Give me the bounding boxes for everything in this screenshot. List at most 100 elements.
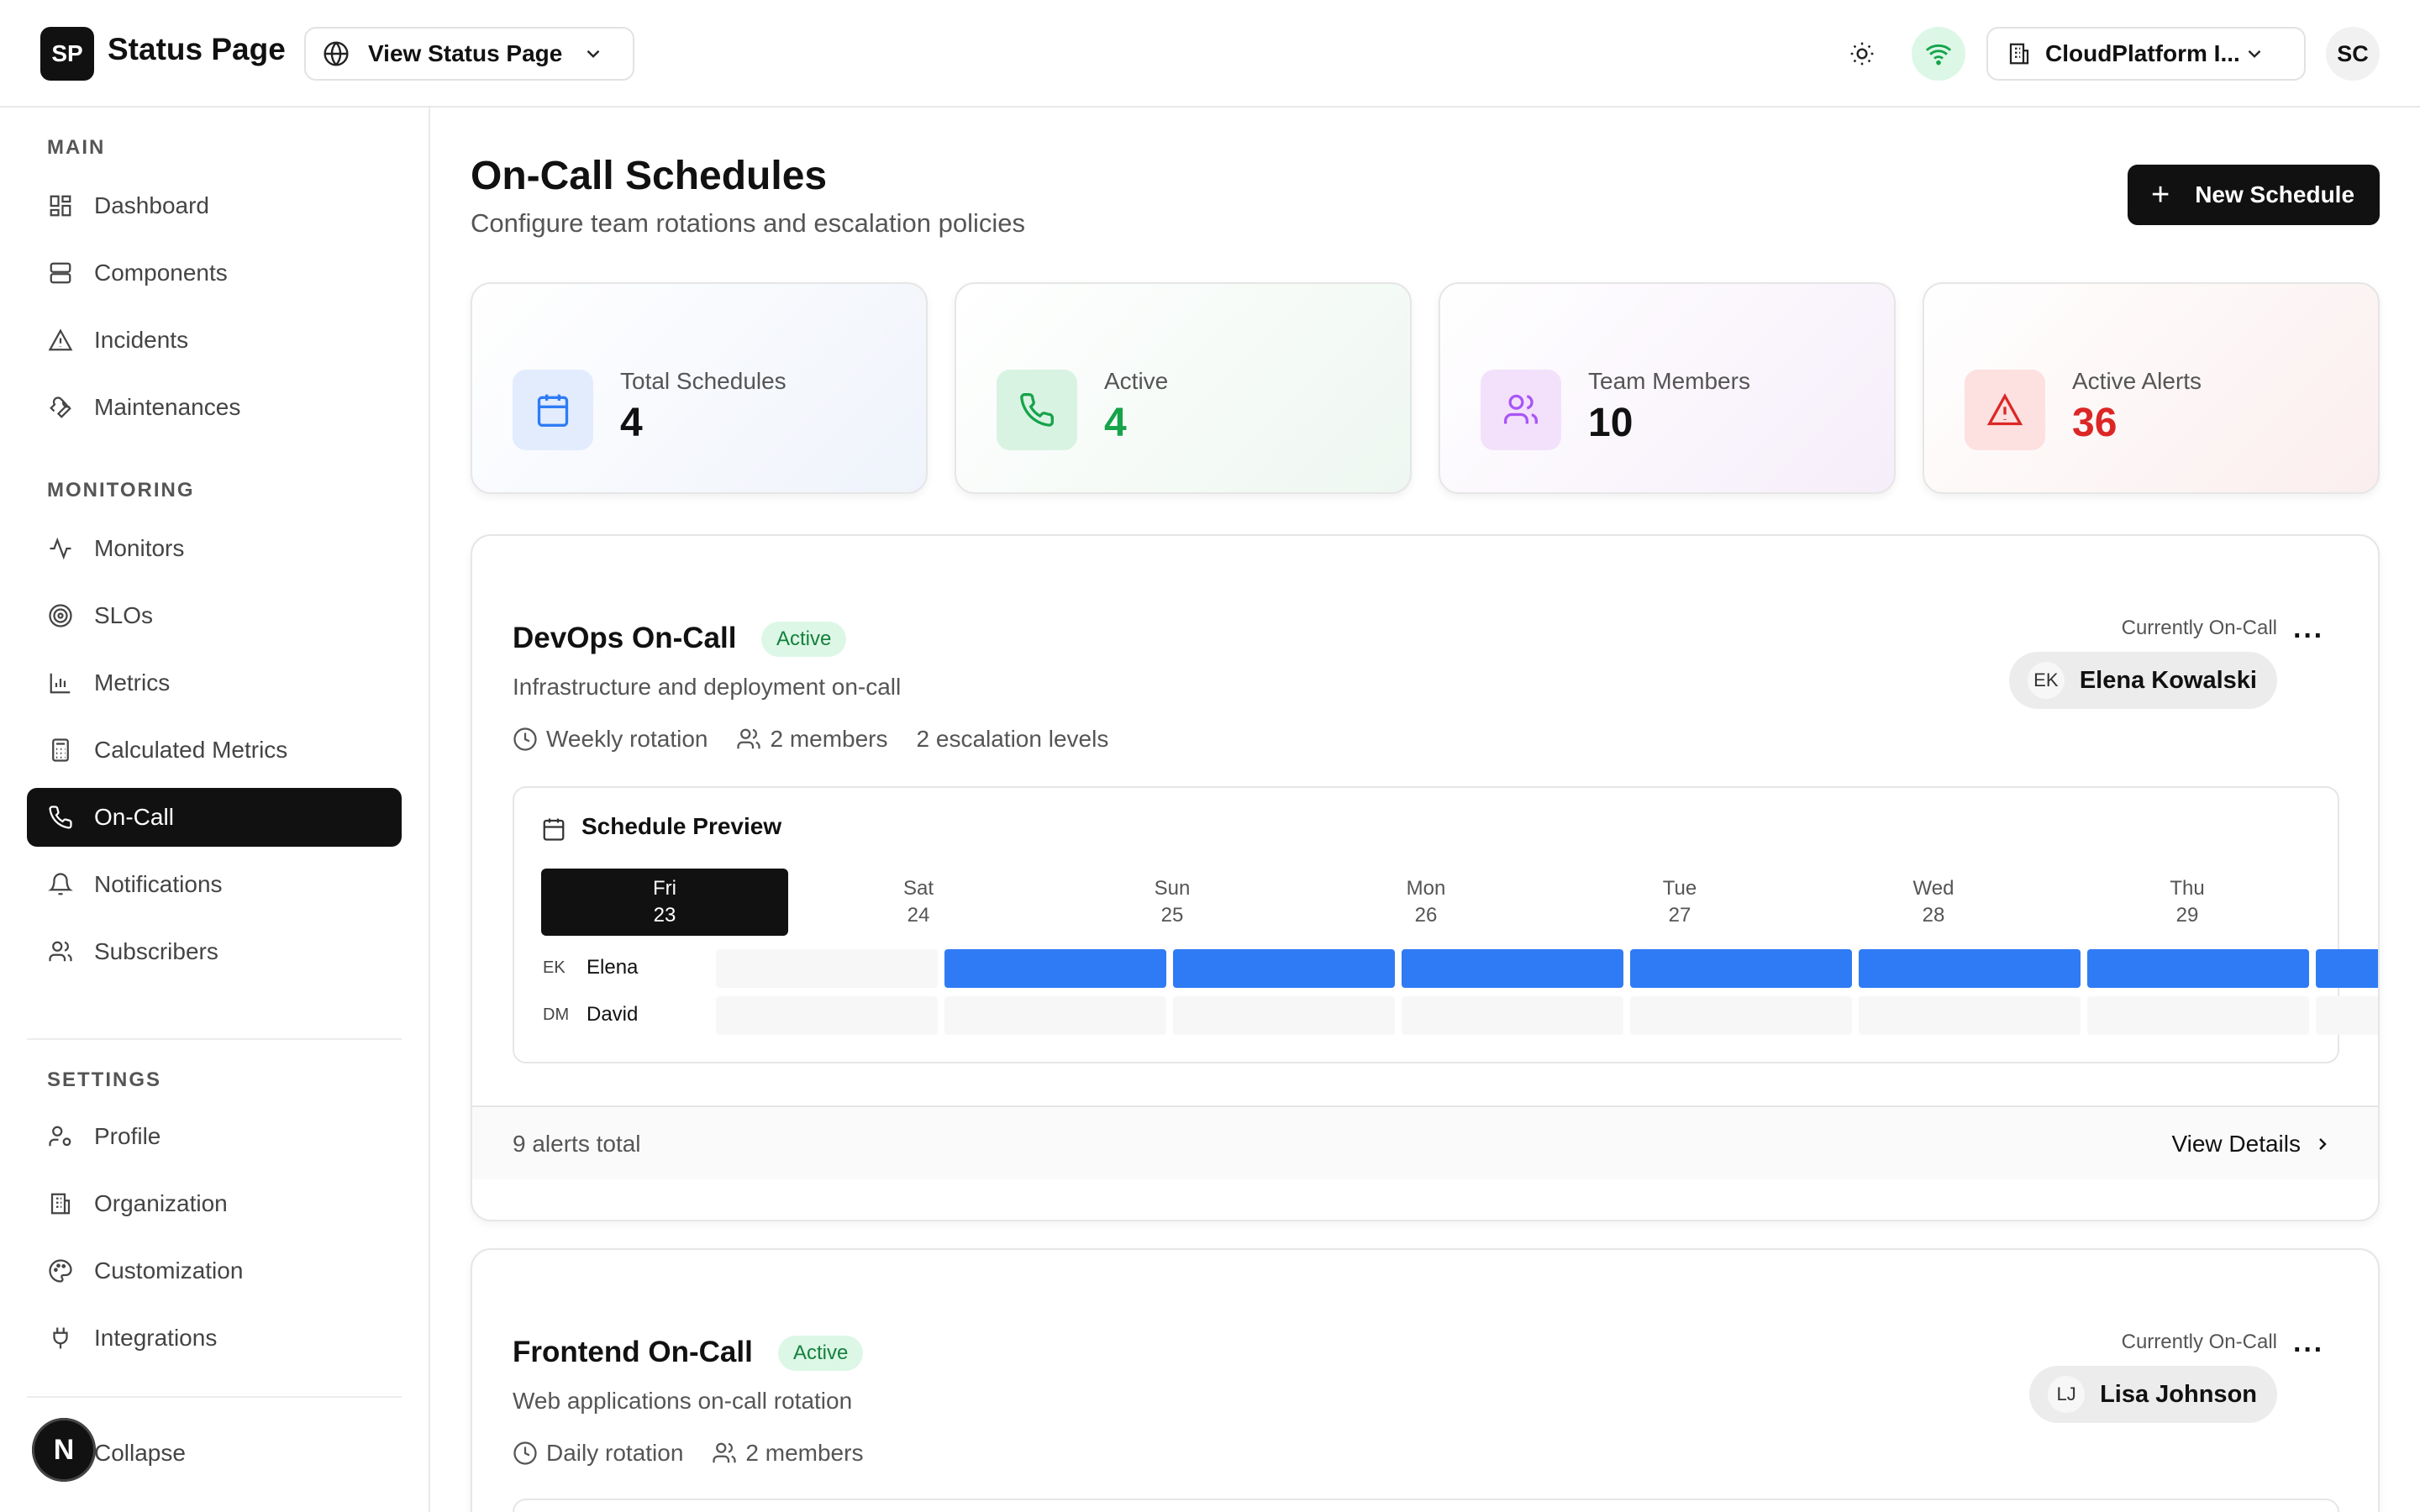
plug-icon — [47, 1325, 74, 1352]
users-icon — [1481, 370, 1561, 450]
day-name: Tue — [1662, 877, 1697, 900]
globe-icon — [323, 40, 350, 67]
collapse-button[interactable]: Collapse — [94, 1440, 186, 1467]
card-footer: 9 alerts total View Details — [472, 1105, 2378, 1179]
day-header: Mon 26 — [1302, 869, 1549, 936]
on-call-person-chip[interactable]: LJ Lisa Johnson — [2029, 1366, 2277, 1423]
schedule-meta: Daily rotation 2 members — [513, 1440, 892, 1467]
sidebar-item-label: Components — [94, 260, 228, 286]
connection-status-button[interactable] — [1912, 27, 1965, 81]
view-status-page-button[interactable]: View Status Page — [304, 27, 634, 81]
schedule-preview — [513, 1499, 2339, 1512]
person-row-label: DM David — [543, 1003, 638, 1026]
sidebar-item-monitors[interactable]: Monitors — [27, 519, 402, 578]
day-name: Sun — [1154, 877, 1191, 900]
empty-slot[interactable] — [716, 949, 938, 988]
sidebar-item-integrations[interactable]: Integrations — [27, 1309, 402, 1368]
sidebar-item-metrics[interactable]: Metrics — [27, 654, 402, 712]
empty-slot[interactable] — [2316, 996, 2378, 1035]
more-options-icon[interactable]: ··· — [2293, 1334, 2324, 1367]
building-icon — [47, 1190, 74, 1217]
schedule-preview-title: Schedule Preview — [581, 813, 782, 839]
more-options-icon[interactable]: ··· — [2293, 620, 2324, 653]
calendar-icon — [513, 370, 593, 450]
sidebar-item-organization[interactable]: Organization — [27, 1174, 402, 1233]
currently-on-call-label: Currently On-Call — [2121, 1331, 2277, 1353]
day-name: Sat — [902, 877, 934, 900]
sidebar-item-notifications[interactable]: Notifications — [27, 855, 402, 914]
sidebar-item-calculated-metrics[interactable]: Calculated Metrics — [27, 721, 402, 780]
new-schedule-button[interactable]: + New Schedule — [2128, 165, 2380, 225]
empty-slot[interactable] — [1859, 996, 2081, 1035]
components-icon — [47, 260, 74, 286]
sidebar-item-slos[interactable]: SLOs — [27, 586, 402, 645]
shift-block[interactable] — [1173, 949, 1395, 988]
wifi-icon — [1924, 39, 1953, 68]
section-label-settings: SETTINGS — [47, 1068, 162, 1091]
schedule-description: Infrastructure and deployment on-call — [513, 674, 902, 700]
shift-block[interactable] — [1859, 949, 2081, 988]
empty-slot[interactable] — [1630, 996, 1852, 1035]
empty-slot[interactable] — [1402, 996, 1623, 1035]
avatar: DM — [543, 1005, 570, 1024]
rotation-info: Daily rotation — [513, 1440, 683, 1467]
user-avatar[interactable]: SC — [2326, 27, 2380, 81]
day-name: Wed — [1912, 877, 1954, 900]
schedule-name[interactable]: DevOps On-Call — [513, 622, 736, 655]
avatar: EK — [2027, 662, 2065, 699]
app-logo[interactable]: SP — [40, 27, 94, 81]
shift-block[interactable] — [944, 949, 1166, 988]
sidebar-item-incidents[interactable]: Incidents — [27, 311, 402, 370]
shift-block[interactable] — [1630, 949, 1852, 988]
theme-toggle-button[interactable] — [1845, 37, 1879, 71]
organization-name: CloudPlatform I... — [2045, 40, 2240, 66]
sidebar-item-components[interactable]: Components — [27, 244, 402, 302]
empty-slot[interactable] — [1173, 996, 1395, 1035]
currently-on-call-label: Currently On-Call — [2121, 617, 2277, 639]
sidebar-item-label: Incidents — [94, 327, 189, 353]
sidebar-item-profile[interactable]: Profile — [27, 1107, 402, 1166]
rotation-label: Weekly rotation — [546, 726, 708, 752]
day-header: Sun 25 — [1049, 869, 1296, 936]
schedule-name[interactable]: Frontend On-Call — [513, 1336, 753, 1369]
dev-tools-badge[interactable]: N — [32, 1418, 96, 1482]
members-info: 2 members — [712, 1440, 863, 1467]
view-details-link[interactable]: View Details — [2171, 1131, 2333, 1158]
activity-icon — [47, 535, 74, 562]
sidebar-item-on-call[interactable]: On-Call — [27, 788, 402, 847]
phone-icon — [997, 370, 1077, 450]
sidebar-item-label: Calculated Metrics — [94, 737, 288, 763]
stat-label: Total Schedules — [620, 368, 786, 394]
users-icon — [712, 1441, 745, 1466]
bar-chart-icon — [47, 669, 74, 696]
shift-block[interactable] — [2087, 949, 2309, 988]
empty-slot[interactable] — [716, 996, 938, 1035]
schedule-preview: Schedule Preview Fri 23 Sat 24 Sun 25 Mon 26 Tue… — [513, 786, 2378, 1063]
stat-label: Active — [1104, 368, 1169, 394]
sidebar-item-dashboard[interactable]: Dashboard — [27, 176, 402, 235]
shift-block[interactable] — [1402, 949, 1623, 988]
wrench-icon — [47, 394, 74, 421]
empty-slot[interactable] — [944, 996, 1166, 1035]
calendar-icon — [541, 816, 566, 842]
shift-block[interactable] — [2316, 949, 2378, 988]
sidebar-item-label: SLOs — [94, 602, 154, 628]
bell-icon — [47, 871, 74, 898]
sidebar-item-subscribers[interactable]: Subscribers — [27, 922, 402, 981]
rotation-info: Weekly rotation — [513, 726, 708, 753]
stat-value: 10 — [1588, 401, 1634, 445]
day-date: 23 — [653, 904, 676, 927]
empty-slot[interactable] — [2087, 996, 2309, 1035]
avatar: EK — [543, 958, 566, 977]
day-name: Fri — [653, 877, 676, 900]
target-icon — [47, 602, 74, 629]
sidebar-item-maintenances[interactable]: Maintenances — [27, 378, 402, 437]
app-title[interactable]: Status Page — [108, 32, 286, 67]
status-badge: Active — [761, 622, 847, 657]
alert-triangle-icon — [47, 327, 74, 354]
sidebar-item-label: Notifications — [94, 871, 223, 897]
on-call-person-chip[interactable]: EK Elena Kowalski — [2008, 652, 2277, 709]
organization-select[interactable]: CloudPlatform I... — [1986, 27, 2306, 81]
sidebar-item-customization[interactable]: Customization — [27, 1242, 402, 1300]
day-date: 24 — [907, 904, 930, 927]
